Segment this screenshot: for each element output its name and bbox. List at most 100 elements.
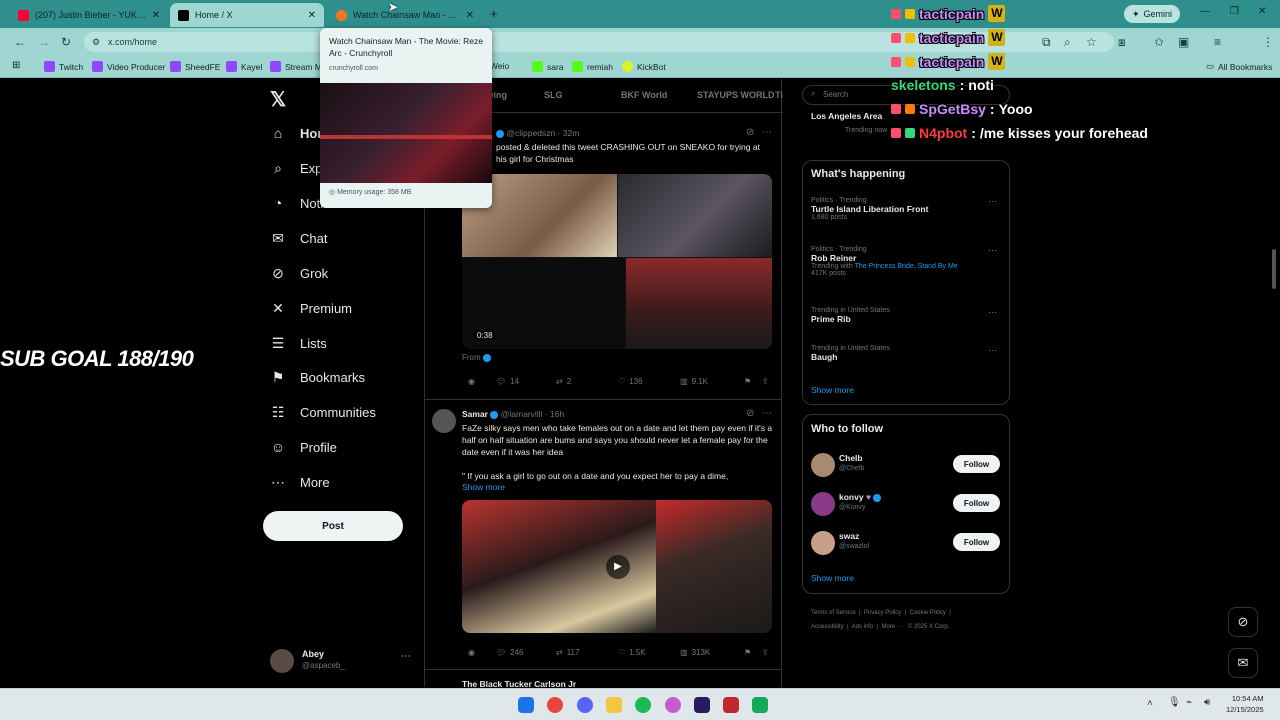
more-icon[interactable]: ⋯ [988,196,997,207]
reply-button[interactable]: 💬︎ 14 [496,377,519,386]
show-more-link[interactable]: Show more [811,385,854,395]
follow-button[interactable]: Follow [953,494,1000,512]
apps-icon[interactable]: ⊞ [12,60,20,71]
show-more-link[interactable]: Show more [811,573,854,583]
mic-icon[interactable]: 🎙︎ [1168,697,1181,708]
close-icon[interactable]: ✕ [308,10,316,21]
chevron-up-icon[interactable]: ˄ [1147,698,1153,709]
play-icon[interactable]: ▶ [606,555,630,579]
show-more-link[interactable]: Show more [462,482,505,492]
close-icon[interactable]: ✕ [152,10,160,21]
repost-button[interactable]: ⇄ 117 [556,648,579,657]
bookmark-kickbot[interactable]: KickBot [622,61,666,72]
extensions-icon[interactable]: ⧆ [1118,35,1126,50]
trend-related[interactable]: The Princess Bride, Stand By Me [855,263,958,270]
app-icon[interactable] [752,697,768,713]
nav-chat[interactable]: ✉ Chat [270,230,327,247]
nav-grok[interactable]: ⊘ Grok [270,265,328,282]
views-button[interactable]: ▥ 9.1K [680,377,708,386]
x-logo-icon[interactable]: 𝕏 [270,87,286,112]
reload-icon[interactable]: ↻ [61,35,71,49]
nav-bookmarks[interactable]: ⚑ Bookmarks [270,369,365,386]
discord-icon[interactable] [577,697,593,713]
tab-youtube[interactable]: (207) Justin Bieber - YUKON - Yo ✕ [10,3,168,27]
menu-icon[interactable]: ⋮ [1262,35,1274,49]
tab-more[interactable]: Ti [775,90,783,100]
footer-link[interactable]: Cookie Policy [910,610,946,616]
minimize-button[interactable]: — [1200,6,1210,17]
more-icon[interactable]: ⋯ [988,245,997,256]
network-icon[interactable]: ⌁ [1186,697,1192,708]
side-panel-icon[interactable]: ▣ [1178,35,1189,49]
tweet-author[interactable]: Samar [462,409,488,419]
share-icon[interactable]: ⇪ [762,648,769,657]
nav-premium[interactable]: ✕ Premium [270,300,352,317]
premiere-pro-icon[interactable] [694,697,710,713]
share-icon[interactable]: ⇪ [762,377,769,386]
tweet-handle[interactable]: @lamarvilll [501,409,543,419]
tab-slg[interactable]: SLG [544,90,563,100]
windows-start-icon[interactable] [518,697,534,713]
tweet-handle[interactable]: @clippedszn [506,128,555,138]
grok-icon[interactable]: ⊘ [746,408,754,419]
footer-link[interactable]: Terms of Service [811,610,856,616]
account-switcher[interactable]: Abey @aspaceb_ ⋯ [270,647,420,675]
bookmark-weio[interactable]: Weio [490,61,509,71]
views-button[interactable]: ▥ 313K [680,648,710,657]
avatar[interactable] [432,409,456,433]
tab-crunchyroll[interactable]: Watch Chainsaw Man - The Movie ✕ [328,3,482,27]
clock[interactable]: 10:54 AM 12/15/2025 [1226,693,1264,715]
nav-communities[interactable]: ☷ Communities [270,404,376,421]
all-bookmarks[interactable]: ▭ All Bookmarks [1206,61,1272,72]
star-icon[interactable]: ☆ [1086,35,1097,49]
nav-lists[interactable]: ☰ Lists [270,335,327,352]
bookmark-star-icon[interactable]: ✩ [1154,35,1164,49]
scrollbar[interactable] [1272,249,1276,289]
more-icon[interactable]: ⋯ [762,408,772,419]
nav-profile[interactable]: ☺ Profile [270,439,337,455]
footer-link[interactable]: Privacy Policy [864,610,901,616]
trend-item[interactable]: Trending in United States Baugh [811,345,1001,362]
tweet-time[interactable]: 32m [563,128,580,138]
spotify-icon[interactable] [635,697,651,713]
post-button[interactable]: Post [263,511,403,541]
grok-icon[interactable]: ⊘ [746,127,754,138]
like-button[interactable]: ♡ 136 [618,377,643,386]
close-window-button[interactable]: ✕ [1258,6,1266,17]
footer-link[interactable]: Accessibility [811,624,844,630]
tab-bkf-world[interactable]: BKF World [621,90,667,100]
tweet-video[interactable]: ▶ [462,500,772,633]
chrome-icon[interactable] [547,697,563,713]
like-button[interactable]: ♡ 1.5K [618,648,646,657]
trend-item[interactable]: Politics · Trending Turtle Island Libera… [811,197,1001,221]
footer-link[interactable]: Ads info [852,624,874,630]
tab-stayups-world[interactable]: STAYUPS WORLD [697,90,775,100]
app-icon[interactable] [665,697,681,713]
tweet-video[interactable]: 0:38 [462,174,772,349]
bookmark-stream[interactable]: Stream M [270,61,322,72]
back-icon[interactable]: ← [14,35,26,49]
tweet-time[interactable]: 16h [550,409,564,419]
reply-button[interactable]: 💬︎ 246 [496,648,524,657]
bookmark-video-producer[interactable]: Video Producer [92,61,165,72]
install-icon[interactable]: ⧉ [1042,35,1051,50]
view-stats-icon[interactable]: ◉ [468,377,475,386]
trend-item[interactable]: Trending in United States Prime Rib [811,307,1001,324]
grok-icon[interactable]: ⊘ [1228,607,1258,637]
bookmark-kayel[interactable]: Kayel [226,61,262,72]
more-icon[interactable]: ⋯ [762,127,772,138]
bookmark-twitch[interactable]: Twitch [44,61,83,72]
more-icon[interactable]: ⋯ [988,345,997,356]
tab-x-home[interactable]: Home / X ✕ [170,3,324,27]
trend-name[interactable]: Los Angeles Area [811,111,882,121]
repost-button[interactable]: ⇄ 2 [556,377,571,386]
volume-icon[interactable]: 🔊︎ [1204,697,1210,708]
maximize-button[interactable]: ❐ [1230,6,1239,17]
follow-button[interactable]: Follow [953,533,1000,551]
bookmark-sara[interactable]: sara [532,61,564,72]
zoom-icon[interactable]: ⌕ [1064,35,1071,50]
tab-search-icon[interactable]: ≡ [1214,35,1221,49]
messages-icon[interactable]: ✉ [1228,648,1258,678]
view-stats-icon[interactable]: ◉ [468,648,475,657]
more-icon[interactable]: ⋯ [988,307,997,318]
